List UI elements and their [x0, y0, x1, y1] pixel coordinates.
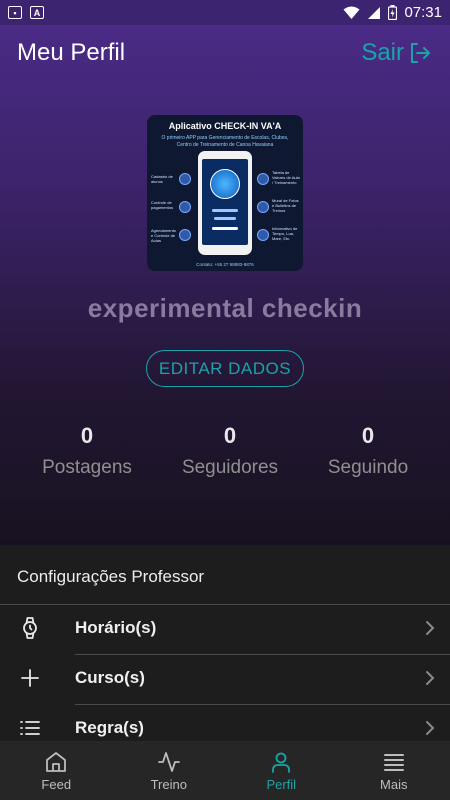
status-time: 07:31 — [404, 4, 442, 21]
logout-button[interactable]: Sair — [361, 39, 432, 67]
promo-title: Aplicativo CHECK-IN VA'A — [168, 121, 282, 131]
nav-label: Mais — [380, 777, 408, 792]
stat-label: Seguidores — [181, 457, 279, 478]
chevron-right-icon — [426, 721, 435, 735]
image-icon: ▪ — [8, 6, 22, 19]
home-icon — [46, 752, 67, 772]
edit-profile-button[interactable]: EDITAR DADOS — [146, 350, 304, 387]
list-icon — [20, 721, 40, 735]
nav-more[interactable]: Mais — [338, 741, 450, 800]
prices-icon — [257, 173, 269, 185]
weather-icon — [257, 229, 269, 241]
profile-header: Meu Perfil Sair Aplicativo CHECK-IN VA'A… — [0, 25, 450, 545]
stat-label: Postagens — [42, 457, 132, 478]
stat-label: Seguindo — [327, 457, 409, 478]
stat-following[interactable]: 0 Seguindo — [293, 423, 443, 479]
stat-followers[interactable]: 0 Seguidores — [155, 423, 305, 479]
nav-training[interactable]: Treino — [113, 741, 226, 800]
logout-label: Sair — [361, 39, 404, 66]
profile-avatar[interactable]: Aplicativo CHECK-IN VA'A O primeiro APP … — [147, 115, 303, 271]
promo-subtitle: O primeiro APP para Gerenciamento de Esc… — [161, 135, 289, 148]
row-label: Regra(s) — [75, 718, 144, 737]
feature-right-2: Mural de Fotos e Bulletins de Treinos — [272, 198, 299, 213]
signal-icon — [368, 6, 381, 19]
stat-value: 0 — [361, 423, 375, 448]
feature-left-3: Agendamento e Controle de Aulas — [151, 228, 176, 243]
photos-icon — [257, 201, 269, 213]
nav-label: Perfil — [266, 777, 297, 792]
nav-label: Feed — [41, 777, 72, 792]
activity-icon — [157, 752, 180, 772]
user-icon — [272, 752, 291, 773]
nav-profile[interactable]: Perfil — [225, 741, 338, 800]
chevron-right-icon — [426, 621, 435, 635]
stat-posts[interactable]: 0 Postagens — [12, 423, 162, 479]
feature-left-2: Controle de pagamentos — [151, 200, 174, 210]
page-title: Meu Perfil — [17, 39, 126, 66]
chevron-right-icon — [426, 671, 435, 685]
battery-icon — [388, 5, 398, 20]
promo-footer: Contato: +55 27 99883-9876 — [196, 262, 254, 267]
menu-icon — [383, 754, 404, 771]
stat-value: 0 — [80, 423, 94, 448]
vaa-logo-icon — [210, 169, 240, 199]
students-icon — [179, 173, 191, 185]
settings-row-courses[interactable]: Curso(s) — [0, 654, 450, 704]
phone-illustration — [198, 151, 252, 255]
watch-icon — [23, 617, 37, 639]
wifi-icon — [343, 6, 360, 19]
feature-right-3: Informativo de Tempo, Lua, Mare, Etc. — [272, 226, 298, 241]
row-label: Curso(s) — [75, 668, 145, 687]
stat-value: 0 — [223, 423, 237, 448]
settings-section: Configurações Professor Horário(s) Curso… — [0, 545, 450, 741]
profile-name: experimental checkin — [87, 293, 363, 323]
bottom-nav: Feed Treino Perfil Mais — [0, 741, 450, 800]
settings-row-schedule[interactable]: Horário(s) — [0, 604, 450, 654]
schedule-icon — [179, 229, 191, 241]
payments-icon — [179, 201, 191, 213]
status-bar: ▪ A 07:31 — [0, 0, 450, 25]
section-title: Configurações Professor — [17, 567, 205, 586]
nav-feed[interactable]: Feed — [0, 741, 113, 800]
a-icon: A — [30, 6, 44, 19]
row-label: Horário(s) — [75, 618, 157, 637]
nav-label: Treino — [150, 777, 187, 792]
feature-right-1: Tabela de Valores de Aula / Treinamento — [272, 170, 300, 185]
feature-left-1: Cadastro de alunos — [151, 174, 173, 184]
logout-icon — [411, 43, 430, 63]
plus-icon — [21, 669, 39, 687]
